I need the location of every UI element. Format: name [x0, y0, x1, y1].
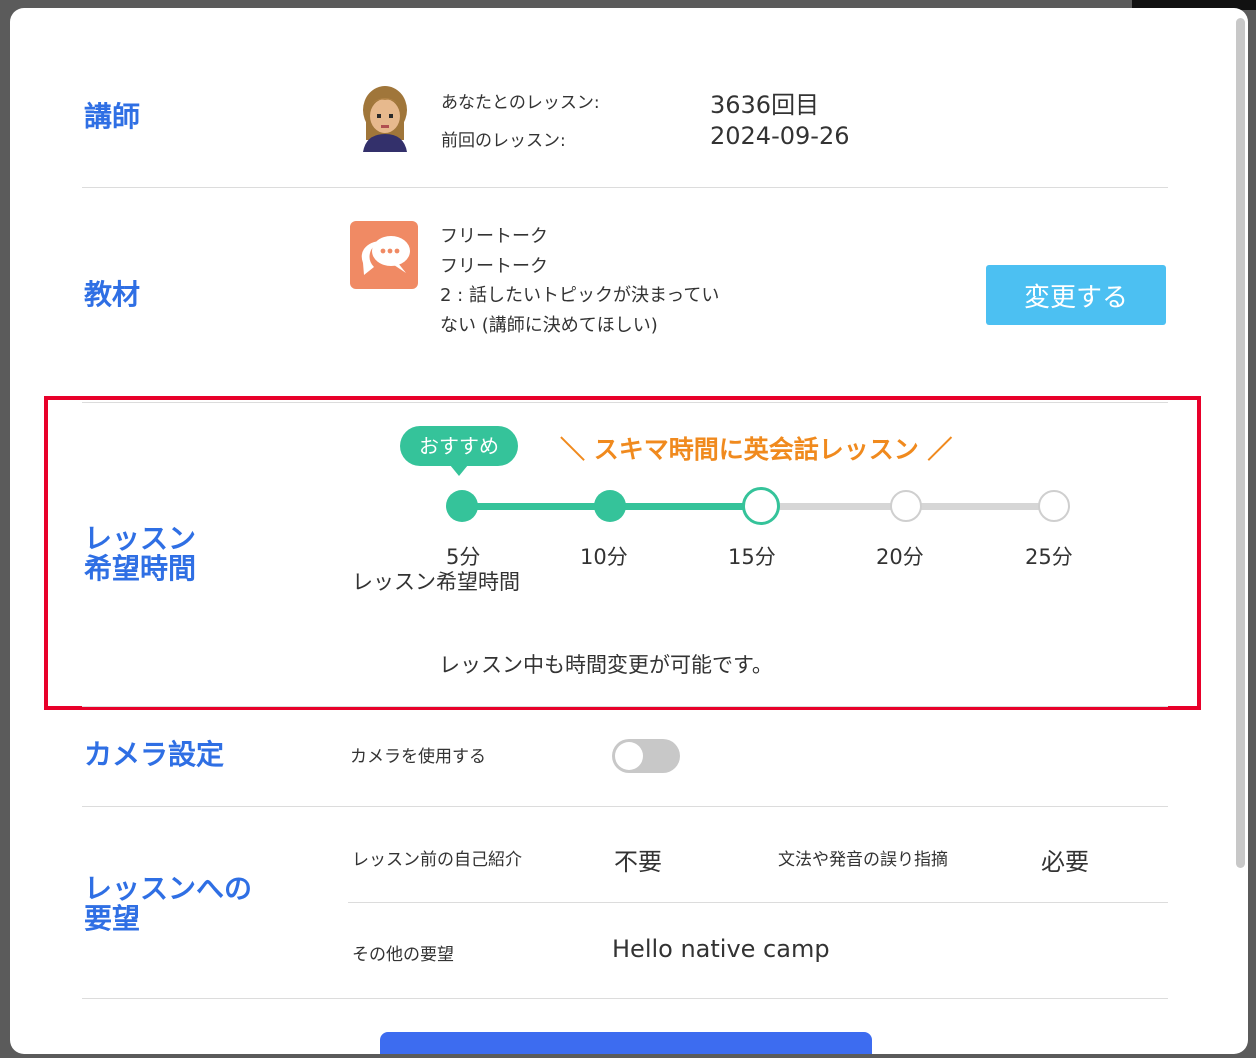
teacher-avatar — [363, 86, 407, 152]
divider — [82, 998, 1168, 999]
other-request-value: Hello native camp — [612, 935, 830, 963]
material-name: フリートーク — [440, 255, 548, 277]
lesson-settings-modal: 講師 あなたとのレッスン: 3636回目 前回のレッスン: 2024-09-26… — [10, 8, 1248, 1054]
toggle-knob — [615, 742, 643, 770]
last-lesson-value: 2024-09-26 — [710, 122, 850, 150]
slider-stop-5[interactable] — [446, 490, 478, 522]
material-section-title: 教材 — [84, 278, 141, 311]
material-category: フリートーク — [440, 226, 548, 247]
divider — [82, 706, 1168, 707]
recommend-badge: おすすめ — [400, 426, 518, 466]
lesson-count-label: あなたとのレッスン: — [441, 93, 600, 113]
slider-label-20: 20分 — [876, 545, 924, 569]
scrollbar[interactable] — [1236, 18, 1245, 868]
slider-stop-25[interactable] — [1038, 490, 1070, 522]
change-material-button[interactable]: 変更する — [986, 265, 1166, 325]
material-info: フリートーク フリートーク 2 : 話したいトピックが決まっていない (講師に決… — [440, 222, 720, 340]
slider-label-10: 10分 — [580, 545, 628, 569]
divider — [82, 187, 1168, 188]
slider-label-15: 15分 — [728, 545, 776, 569]
camera-toggle[interactable] — [612, 739, 680, 773]
recommend-badge-pointer — [450, 465, 468, 476]
primary-action-button[interactable] — [380, 1032, 872, 1054]
requests-section-title: レッスンへの 要望 — [84, 872, 253, 935]
correction-label: 文法や発音の誤り指摘 — [778, 850, 948, 870]
other-request-label: その他の要望 — [352, 945, 454, 965]
divider — [82, 806, 1168, 807]
correction-value: 必要 — [1041, 848, 1089, 876]
self-intro-value: 不要 — [614, 848, 662, 876]
material-topic: 2 : 話したいトピックが決まっていない (講師に決めてほしい) — [440, 285, 720, 336]
slider-label-25: 25分 — [1025, 545, 1073, 569]
camera-section-title: カメラ設定 — [84, 738, 225, 771]
divider — [348, 902, 1168, 903]
slider-stop-20[interactable] — [890, 490, 922, 522]
camera-label: カメラを使用する — [350, 747, 486, 767]
self-intro-label: レッスン前の自己紹介 — [352, 850, 522, 870]
speech-bubbles-icon — [350, 221, 418, 289]
duration-section-title: レッスン 希望時間 — [84, 522, 197, 585]
slider-stop-10[interactable] — [594, 490, 626, 522]
slider-stop-15-selected[interactable] — [742, 487, 780, 525]
slider-caption: レッスン希望時間 — [352, 570, 520, 594]
catchphrase: ＼ スキマ時間に英会話レッスン ／ — [560, 435, 953, 464]
lesson-count-value: 3636回目 — [710, 91, 820, 119]
teacher-section-title: 講師 — [84, 100, 141, 133]
last-lesson-label: 前回のレッスン: — [441, 131, 566, 151]
duration-note: レッスン中も時間変更が可能です。 — [439, 653, 773, 677]
